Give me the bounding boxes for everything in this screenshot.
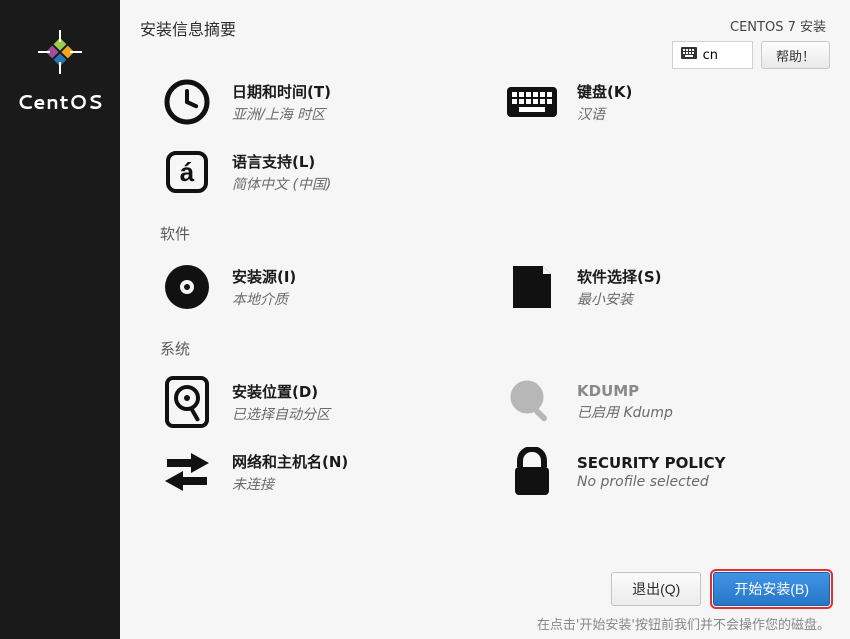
keyboard-indicator[interactable]: cn: [672, 41, 753, 69]
brand-text: CentOS: [17, 88, 103, 116]
sidebar: CentOS: [0, 0, 120, 639]
quit-button[interactable]: 退出(Q): [611, 572, 701, 606]
clock-icon: [160, 75, 214, 129]
spoke-keyboard[interactable]: 键盘(K) 汉语: [505, 73, 830, 137]
spoke-title: 语言支持(L): [232, 151, 331, 172]
spoke-title: 软件选择(S): [577, 266, 662, 287]
spoke-install-source[interactable]: 安装源(I) 本地介质: [160, 252, 485, 322]
spoke-status: 亚洲/上海 时区: [232, 104, 331, 124]
spoke-network[interactable]: 网络和主机名(N) 未连接: [160, 437, 485, 507]
keyboard-large-icon: [505, 75, 559, 129]
spoke-title: 安装源(I): [232, 266, 296, 287]
page-title: 安装信息摘要: [140, 16, 236, 40]
spoke-status: 已选择自动分区: [232, 404, 330, 424]
main-panel: 安装信息摘要 CENTOS 7 安装 cn 帮助！: [120, 0, 850, 639]
svg-text:á: á: [180, 157, 195, 187]
keyboard-icon: [681, 47, 697, 63]
spoke-install-destination[interactable]: 安装位置(D) 已选择自动分区: [160, 367, 485, 437]
spoke-security-policy[interactable]: SECURITY POLICY No profile selected: [505, 437, 830, 507]
magnifier-icon: [505, 375, 559, 429]
product-label: CENTOS 7 安装: [730, 16, 826, 35]
spoke-status: 最小安装: [577, 289, 662, 309]
language-icon: á: [160, 145, 214, 199]
spoke-title: SECURITY POLICY: [577, 454, 725, 472]
spoke-status: 已启用 Kdump: [577, 402, 673, 422]
begin-install-button[interactable]: 开始安装(B): [713, 572, 830, 606]
keyboard-layout-text: cn: [703, 48, 718, 63]
help-button[interactable]: 帮助！: [761, 41, 830, 69]
spoke-status: 简体中文 (中国): [232, 174, 331, 194]
spoke-status: No profile selected: [577, 474, 725, 490]
spoke-title: KDUMP: [577, 382, 673, 400]
category-system: 系统: [160, 338, 830, 359]
spoke-title: 日期和时间(T): [232, 81, 331, 102]
spoke-title: 安装位置(D): [232, 381, 330, 402]
lock-icon: [505, 445, 559, 499]
network-arrows-icon: [160, 445, 214, 499]
footer-hint: 在点击'开始安装'按钮前我们并不会操作您的磁盘。: [120, 614, 850, 639]
harddisk-icon: [160, 375, 214, 429]
centos-logo-icon: [36, 28, 84, 80]
spoke-title: 键盘(K): [577, 81, 632, 102]
disc-icon: [160, 260, 214, 314]
spoke-language[interactable]: á 语言支持(L) 简体中文 (中国): [160, 137, 485, 207]
package-icon: [505, 260, 559, 314]
spoke-title: 网络和主机名(N): [232, 451, 348, 472]
spoke-status: 本地介质: [232, 289, 296, 309]
spoke-status: 汉语: [577, 104, 632, 124]
spoke-kdump[interactable]: KDUMP 已启用 Kdump: [505, 367, 830, 437]
spoke-datetime[interactable]: 日期和时间(T) 亚洲/上海 时区: [160, 73, 485, 137]
spoke-software-selection[interactable]: 软件选择(S) 最小安装: [505, 252, 830, 322]
spoke-status: 未连接: [232, 474, 348, 494]
category-software: 软件: [160, 223, 830, 244]
